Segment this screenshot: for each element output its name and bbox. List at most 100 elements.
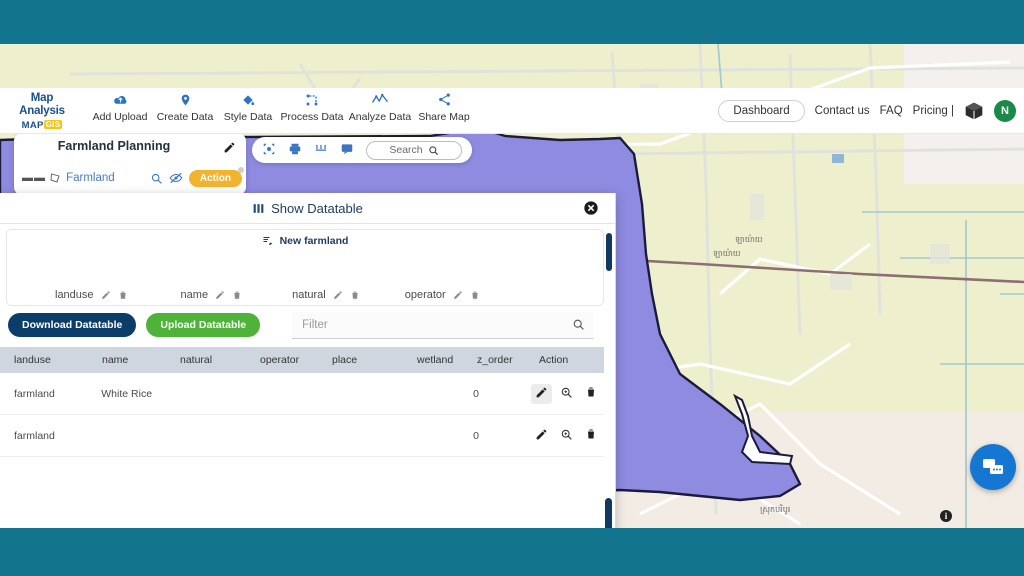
attribute-field-name: operator (404, 289, 446, 301)
map-search-placeholder: Search (389, 144, 423, 156)
logo-line-1: Map Analysis (19, 92, 65, 117)
zoom-to-feature-button[interactable] (560, 428, 573, 444)
cube-icon[interactable] (964, 101, 984, 121)
table-row[interactable]: farmland White Rice 0 (0, 373, 604, 415)
close-modal-button[interactable] (583, 200, 599, 221)
magnifier-icon (561, 387, 572, 398)
datatable-modal-title: Show Datatable (271, 200, 363, 216)
logo-map-text: MAP (21, 120, 44, 131)
cell-landuse: farmland (14, 387, 55, 400)
faq-link[interactable]: FAQ (880, 105, 903, 117)
delete-row-button[interactable] (585, 386, 597, 401)
printer-icon[interactable] (288, 142, 302, 158)
filter-field[interactable] (292, 311, 594, 339)
zoom-to-layer-icon[interactable] (150, 172, 163, 185)
hide-layer-icon[interactable] (169, 171, 183, 185)
new-row-icon (263, 237, 273, 245)
col-header-name[interactable]: name (102, 354, 180, 366)
top-navigation-bar: Map Analysis MAP GIS Add Upload Create Da… (0, 88, 1024, 134)
trash-icon[interactable] (470, 290, 480, 300)
app-viewport: ឡាយ៉ាយ ឡាយ៉ាយ ស្រុកបរិបូរ i Farmland Pla… (0, 44, 1024, 528)
new-feature-row[interactable]: New farmland (7, 235, 603, 247)
upload-datatable-button[interactable]: Upload Datatable (146, 313, 261, 337)
layer-action-label: Action (199, 172, 231, 184)
measure-icon[interactable] (314, 142, 328, 158)
logo-line-2: MAP GIS (8, 120, 76, 132)
layer-actions: Action (150, 166, 244, 189)
contact-us-link[interactable]: Contact us (815, 105, 870, 117)
layer-name-label[interactable]: Farmland (66, 172, 115, 184)
nav-item-share-map[interactable]: Share Map (408, 92, 480, 124)
action-badge-dot (238, 166, 244, 173)
layer-panel: Farmland Planning ▬ ▬ Farmland Action (14, 133, 246, 195)
cell-zorder: 0 (473, 387, 479, 400)
cell-zorder: 0 (473, 429, 479, 442)
datatable-vscrollbar[interactable] (605, 498, 612, 528)
delete-row-button[interactable] (585, 428, 597, 443)
nav-item-add-upload[interactable]: Add Upload (82, 92, 158, 124)
zoom-to-feature-button[interactable] (560, 386, 573, 402)
app-logo[interactable]: Map Analysis MAP GIS (8, 92, 76, 132)
filter-input[interactable] (300, 317, 573, 332)
col-header-landuse[interactable]: landuse (0, 354, 102, 366)
row-actions (530, 383, 604, 404)
pencil-icon[interactable] (215, 290, 225, 300)
table-icon (253, 203, 264, 213)
drag-handle-icon[interactable]: ▬ ▬ (22, 172, 45, 184)
layer-panel-title: Farmland Planning (57, 139, 171, 153)
nav-item-create-data[interactable]: Create Data (148, 92, 222, 124)
edit-attributes-button[interactable] (530, 383, 552, 404)
attribute-panel-scrollbar[interactable] (606, 233, 612, 271)
pencil-icon[interactable] (101, 290, 111, 300)
chat-bubble-icon (983, 459, 1003, 474)
attribute-field-name: landuse (55, 289, 94, 301)
map-toolbar: Search (252, 137, 472, 163)
trash-icon (587, 387, 594, 397)
magnifier-icon (561, 429, 572, 440)
user-avatar[interactable]: N (994, 100, 1016, 122)
trash-icon[interactable] (350, 290, 360, 300)
nav-label: Add Upload (92, 111, 148, 123)
map-pin-icon (148, 92, 222, 108)
attribute-field: operator (405, 289, 480, 301)
edit-attributes-button[interactable] (535, 428, 548, 444)
datatable-header-row: landuse name natural operator place wetl… (0, 347, 604, 373)
trash-icon[interactable] (232, 290, 242, 300)
layer-action-button[interactable]: Action (188, 166, 244, 187)
chat-support-button[interactable] (970, 444, 1016, 490)
datatable-modal: Show Datatable New farmland landuse name… (0, 193, 616, 528)
download-datatable-button[interactable]: Download Datatable (8, 313, 137, 337)
datatable-modal-header: Show Datatable (0, 193, 615, 224)
pricing-link[interactable]: Pricing | (913, 105, 954, 117)
trash-icon[interactable] (118, 290, 128, 300)
trash-icon (587, 429, 594, 439)
col-header-operator[interactable]: operator (260, 354, 332, 366)
datatable: landuse name natural operator place wetl… (0, 347, 604, 457)
map-label: ឡាយ៉ាយ (735, 235, 763, 244)
target-icon[interactable] (262, 142, 276, 158)
pencil-icon (224, 142, 235, 153)
table-row[interactable]: farmland 0 (0, 415, 604, 457)
pencil-icon[interactable] (333, 290, 343, 300)
pencil-icon (536, 429, 546, 439)
col-header-zorder[interactable]: z_order (477, 354, 539, 366)
map-label: ឡាយ៉ាយ (713, 249, 741, 258)
comment-icon[interactable] (340, 142, 354, 158)
attribute-field-row: landuse name natural operator (7, 289, 603, 301)
new-feature-label: New farmland (279, 235, 349, 247)
col-header-natural[interactable]: natural (180, 354, 260, 366)
map-search-box[interactable]: Search (366, 140, 462, 160)
search-icon[interactable] (572, 318, 585, 331)
top-nav-right: Dashboard Contact us FAQ Pricing | N (718, 97, 1016, 125)
share-icon (408, 92, 480, 108)
row-actions (535, 428, 604, 444)
pencil-icon[interactable] (453, 290, 463, 300)
edit-project-name-button[interactable] (223, 141, 236, 159)
datatable-actions-row: Download Datatable Upload Datatable (8, 311, 608, 339)
col-header-wetland[interactable]: wetland (417, 354, 477, 366)
col-header-place[interactable]: place (332, 354, 417, 366)
dashboard-button[interactable]: Dashboard (718, 100, 805, 122)
cloud-upload-icon (82, 92, 158, 108)
attribute-field: landuse (55, 289, 128, 301)
map-info-button[interactable]: i (940, 510, 952, 522)
